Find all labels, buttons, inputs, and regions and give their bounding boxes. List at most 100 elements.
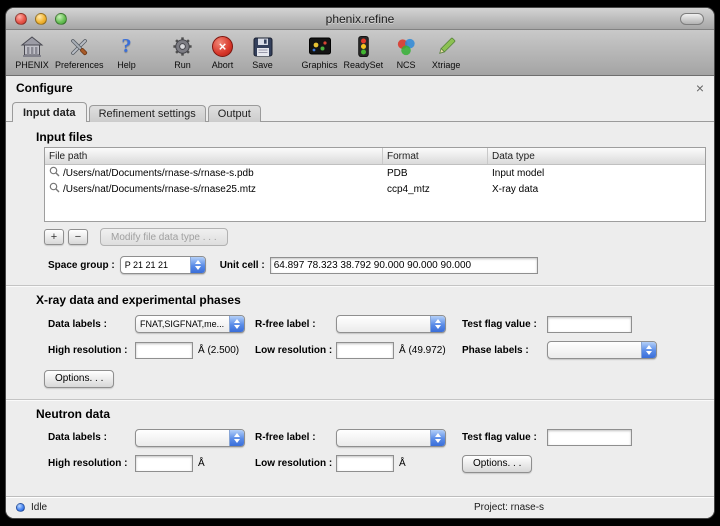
stepper-icon[interactable] bbox=[641, 342, 656, 358]
abort-icon: × bbox=[212, 34, 233, 60]
toolbar-button-run[interactable]: Run bbox=[163, 34, 203, 71]
stepper-icon[interactable] bbox=[430, 430, 445, 446]
stepper-icon[interactable] bbox=[229, 430, 244, 446]
column-header-format[interactable]: Format bbox=[383, 148, 488, 164]
zoom-window-button[interactable] bbox=[55, 13, 67, 25]
space-group-row: Space group : P 21 21 21 Unit cell : bbox=[48, 256, 714, 274]
close-window-button[interactable] bbox=[15, 13, 27, 25]
help-question-icon: ? bbox=[122, 34, 132, 60]
neutron-labels-row: Data labels : R-free label : Test flag v… bbox=[48, 429, 714, 447]
xray-low-res-label: Low resolution : bbox=[255, 345, 331, 356]
xray-data-labels-value: FNAT,SIGFNAT,me... bbox=[136, 316, 229, 332]
app-window: phenix.refine PHENIX Preferences bbox=[6, 8, 714, 518]
modify-file-data-type-button[interactable]: Modify file data type . . . bbox=[100, 228, 228, 246]
xray-data-labels-dropdown[interactable]: FNAT,SIGFNAT,me... bbox=[135, 315, 245, 333]
neutron-rfree-label: R-free label : bbox=[255, 432, 331, 443]
stepper-icon[interactable] bbox=[229, 316, 244, 332]
column-header-data-type[interactable]: Data type bbox=[488, 148, 705, 164]
xray-rfree-dropdown[interactable] bbox=[336, 315, 446, 333]
neutron-high-res-input[interactable] bbox=[135, 455, 193, 472]
table-header-row: File path Format Data type bbox=[45, 148, 705, 165]
toolbar-button-phenix[interactable]: PHENIX bbox=[12, 34, 52, 71]
toolbar-label-abort: Abort bbox=[212, 60, 234, 71]
toolbar-button-abort[interactable]: × Abort bbox=[203, 34, 243, 71]
toolbar-button-graphics[interactable]: Graphics bbox=[299, 34, 341, 71]
neutron-data-labels-value bbox=[136, 430, 229, 446]
titlebar[interactable]: phenix.refine bbox=[6, 8, 714, 30]
format-cell: ccp4_mtz bbox=[383, 184, 488, 195]
xray-options-button[interactable]: Options. . . bbox=[44, 370, 114, 388]
neutron-options-button[interactable]: Options. . . bbox=[462, 455, 532, 473]
toolbar-label-ncs: NCS bbox=[397, 60, 416, 71]
xray-test-flag-input[interactable] bbox=[547, 316, 632, 333]
close-panel-icon[interactable]: × bbox=[696, 81, 704, 95]
neutron-section-title: Neutron data bbox=[36, 407, 714, 421]
xray-low-res-input[interactable] bbox=[336, 342, 394, 359]
toolbar-button-xtriage[interactable]: Xtriage bbox=[426, 34, 466, 71]
toolbar-label-xtriage: Xtriage bbox=[432, 60, 461, 71]
tab-bar: Input data Refinement settings Output bbox=[6, 100, 714, 122]
xray-options-row: Options. . . bbox=[44, 368, 714, 388]
tab-refinement-settings[interactable]: Refinement settings bbox=[89, 105, 206, 122]
neutron-data-labels-dropdown[interactable] bbox=[135, 429, 245, 447]
xray-rfree-value bbox=[337, 316, 430, 332]
toolbar-label-graphics: Graphics bbox=[302, 60, 338, 71]
space-group-combobox[interactable]: P 21 21 21 bbox=[120, 256, 206, 274]
xray-low-res-hint: Å (49.972) bbox=[399, 345, 446, 356]
status-text: Idle bbox=[31, 502, 47, 513]
table-row[interactable]: /Users/nat/Documents/rnase-s/rnase25.mtz… bbox=[45, 181, 705, 197]
neutron-low-res-unit: Å bbox=[399, 458, 406, 469]
neutron-high-res-unit: Å bbox=[198, 458, 205, 469]
xray-rfree-label: R-free label : bbox=[255, 319, 331, 330]
stepper-icon[interactable] bbox=[190, 257, 205, 273]
file-table-buttons: + − Modify file data type . . . bbox=[44, 228, 714, 246]
add-file-button[interactable]: + bbox=[44, 229, 64, 245]
toolbar-toggle-button[interactable] bbox=[680, 13, 704, 25]
ncs-icon bbox=[395, 34, 418, 60]
toolbar-button-save[interactable]: Save bbox=[243, 34, 283, 71]
toolbar-button-help[interactable]: ? Help bbox=[107, 34, 147, 71]
table-row[interactable]: /Users/nat/Documents/rnase-s/rnase-s.pdb… bbox=[45, 165, 705, 181]
xray-test-flag-label: Test flag value : bbox=[462, 319, 542, 330]
neutron-rfree-value bbox=[337, 430, 430, 446]
stepper-icon[interactable] bbox=[430, 316, 445, 332]
save-floppy-icon bbox=[252, 34, 274, 60]
graphics-icon bbox=[308, 34, 332, 60]
input-files-table[interactable]: File path Format Data type /Users/nat/Do… bbox=[44, 147, 706, 222]
neutron-data-labels-label: Data labels : bbox=[48, 432, 130, 443]
xray-phase-labels-dropdown[interactable] bbox=[547, 341, 657, 359]
toolbar-button-ncs[interactable]: NCS bbox=[386, 34, 426, 71]
run-gear-icon bbox=[171, 34, 194, 60]
xray-phase-labels-label: Phase labels : bbox=[462, 345, 542, 356]
xray-section-title: X-ray data and experimental phases bbox=[36, 293, 714, 307]
xray-data-labels-label: Data labels : bbox=[48, 319, 130, 330]
tab-input-data[interactable]: Input data bbox=[12, 102, 87, 122]
configure-title: Configure bbox=[16, 81, 73, 95]
preferences-tools-icon bbox=[67, 34, 91, 60]
magnifier-icon bbox=[49, 166, 60, 180]
project-label: Project: rnase-s bbox=[474, 502, 544, 513]
readyset-traffic-light-icon bbox=[352, 34, 375, 60]
minimize-window-button[interactable] bbox=[35, 13, 47, 25]
toolbar-group-app: PHENIX Preferences ? Help bbox=[12, 34, 147, 71]
unit-cell-input[interactable] bbox=[270, 257, 538, 274]
neutron-rfree-dropdown[interactable] bbox=[336, 429, 446, 447]
toolbar-label-readyset: ReadySet bbox=[344, 60, 384, 71]
neutron-resolution-row: High resolution : Å Low resolution : Å O… bbox=[48, 455, 714, 473]
traffic-lights bbox=[15, 13, 67, 25]
tab-output[interactable]: Output bbox=[208, 105, 261, 122]
section-divider bbox=[6, 399, 714, 401]
neutron-low-res-input[interactable] bbox=[336, 455, 394, 472]
toolbar-button-preferences[interactable]: Preferences bbox=[52, 34, 107, 71]
column-header-file-path[interactable]: File path bbox=[45, 148, 383, 164]
xray-resolution-row: High resolution : Å (2.500) Low resoluti… bbox=[48, 341, 714, 359]
unit-cell-label: Unit cell : bbox=[220, 260, 265, 271]
toolbar-button-readyset[interactable]: ReadySet bbox=[341, 34, 387, 71]
space-group-value: P 21 21 21 bbox=[121, 257, 190, 273]
status-indicator-icon bbox=[16, 503, 25, 512]
file-path-cell: /Users/nat/Documents/rnase-s/rnase-s.pdb bbox=[63, 168, 254, 179]
status-bar: Idle Project: rnase-s bbox=[6, 496, 714, 518]
remove-file-button[interactable]: − bbox=[68, 229, 88, 245]
neutron-test-flag-input[interactable] bbox=[547, 429, 632, 446]
xray-high-res-input[interactable] bbox=[135, 342, 193, 359]
